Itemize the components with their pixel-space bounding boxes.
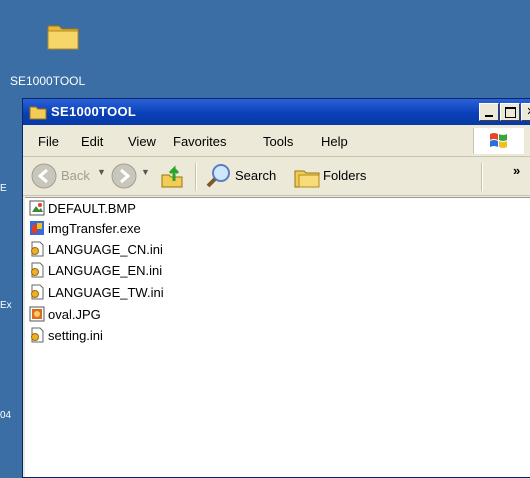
window-title: SE1000TOOL <box>51 104 137 119</box>
menu-bar: File Edit View Favorites Tools Help <box>23 126 530 157</box>
desktop-partial-label: 04 <box>0 410 12 421</box>
list-item[interactable]: LANGUAGE_CN.ini <box>29 239 163 259</box>
back-arrow-icon <box>31 163 57 189</box>
list-item[interactable]: imgTransfer.exe <box>29 218 141 238</box>
file-name: oval.JPG <box>48 306 101 322</box>
minimize-button[interactable] <box>479 103 499 121</box>
maximize-button[interactable] <box>500 103 520 121</box>
search-icon <box>206 164 230 188</box>
jpg-icon <box>29 306 45 322</box>
list-item[interactable]: setting.ini <box>29 325 103 345</box>
standard-toolbar: Back ▼ ▼ Search Folders » <box>23 157 530 196</box>
desktop-partial-label: E <box>0 183 7 194</box>
back-label: Back <box>61 168 90 183</box>
explorer-window: SE1000TOOL ✕ File Edit View Favorites To… <box>22 98 530 478</box>
folders-icon <box>294 170 320 188</box>
list-item[interactable]: LANGUAGE_TW.ini <box>29 282 164 302</box>
close-button[interactable]: ✕ <box>521 103 530 121</box>
file-name: setting.ini <box>48 327 103 343</box>
desktop-folder-label: SE1000TOOL <box>10 74 86 88</box>
file-name: LANGUAGE_EN.ini <box>48 262 163 278</box>
file-list: DEFAULT.BMP imgTransfer.exe LANGUAGE_CN.… <box>25 197 530 477</box>
list-item[interactable]: oval.JPG <box>29 304 101 324</box>
file-name: LANGUAGE_CN.ini <box>48 241 163 257</box>
desktop-partial-label: Ex <box>0 300 12 311</box>
file-name: LANGUAGE_TW.ini <box>48 284 164 300</box>
menu-tools[interactable]: Tools <box>263 134 293 149</box>
up-folder-icon[interactable] <box>159 163 185 189</box>
file-name: DEFAULT.BMP <box>48 200 136 216</box>
ini-icon <box>31 327 44 343</box>
list-item[interactable]: DEFAULT.BMP <box>29 198 136 218</box>
menu-file[interactable]: File <box>38 134 59 149</box>
bitmap-icon <box>29 200 45 216</box>
ini-icon <box>31 284 44 300</box>
menu-help[interactable]: Help <box>321 134 348 149</box>
folder-icon <box>29 106 47 120</box>
forward-arrow-icon[interactable] <box>111 163 137 189</box>
list-item[interactable]: LANGUAGE_EN.ini <box>29 260 162 280</box>
menu-edit[interactable]: Edit <box>81 134 103 149</box>
title-bar[interactable]: SE1000TOOL ✕ <box>23 99 530 125</box>
menu-view[interactable]: View <box>128 134 156 149</box>
search-label: Search <box>235 168 277 183</box>
windows-logo-icon <box>473 128 524 154</box>
exe-icon <box>30 221 44 235</box>
forward-dropdown-icon[interactable]: ▼ <box>141 167 150 177</box>
file-name: imgTransfer.exe <box>48 220 141 236</box>
folders-label: Folders <box>323 168 367 183</box>
folder-icon <box>47 25 79 50</box>
ini-icon <box>31 241 44 257</box>
ini-icon <box>31 262 44 278</box>
menu-favorites[interactable]: Favorites <box>173 134 226 149</box>
back-dropdown-icon[interactable]: ▼ <box>97 167 106 177</box>
toolbar-overflow-chevron-icon[interactable]: » <box>513 163 520 178</box>
